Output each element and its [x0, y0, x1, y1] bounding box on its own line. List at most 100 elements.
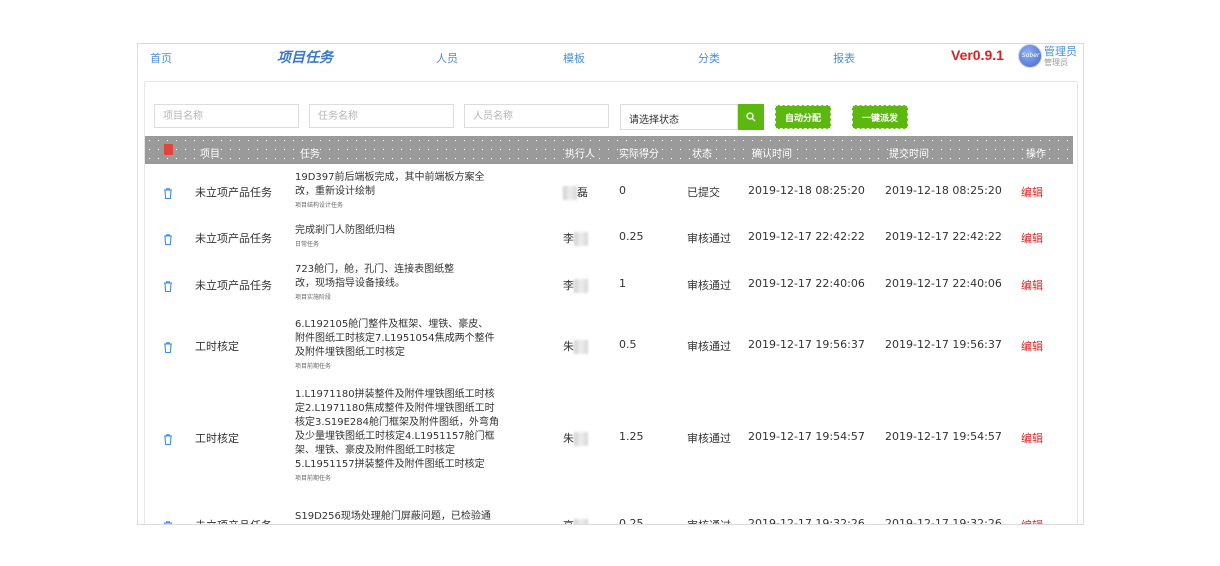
cell-task: 6.L192105舱门整件及框架、埋铁、豪皮、 附件图纸工时核定7.L195105…	[295, 318, 500, 373]
cell-status: 审核通过	[687, 278, 731, 292]
cell-confirm-time: 2019-12-17 19:56:37	[748, 338, 865, 351]
delete-icon[interactable]	[162, 185, 174, 200]
user-role: 管理员	[1044, 58, 1068, 67]
task-line: 附件图纸工时核定7.L1951054焦成两个整件	[295, 332, 495, 344]
one-click-dispatch-button[interactable]: 一键派发	[852, 105, 908, 129]
task-line: 5.L1951157拼装整件及附件图纸工时核定	[295, 459, 485, 471]
delete-icon[interactable]	[162, 231, 174, 246]
cell-executor: 磊	[563, 184, 588, 200]
edit-link[interactable]: 编辑	[1021, 230, 1043, 246]
edit-link[interactable]: 编辑	[1021, 517, 1043, 524]
cell-submit-time: 2019-12-17 19:56:37	[885, 338, 1002, 351]
executor-name: 李	[563, 232, 574, 245]
cell-submit-time: 2019-12-17 22:42:22	[885, 230, 1002, 243]
redacted-mark	[563, 186, 577, 200]
cell-submit-time: 2019-12-18 08:25:20	[885, 184, 1002, 197]
cell-task: S19D256现场处理舱门屏蔽问题，已检验通过	[295, 510, 500, 525]
nav-home[interactable]: 首页	[150, 50, 172, 66]
cell-executor: 朱	[563, 338, 588, 354]
task-name-input[interactable]	[309, 104, 454, 128]
version-label: Ver0.9.1	[951, 47, 1004, 63]
cell-task: 1.L1971180拼装整件及附件埋铁图纸工时核 定2.L1971180焦成整件及…	[295, 388, 500, 485]
task-line: 19D397前后端板完成，其中前端板方案全	[295, 171, 485, 183]
table-row: 工时核定 6.L192105舱门整件及框架、埋铁、豪皮、 附件图纸工时核定7.L19…	[145, 311, 1073, 380]
project-name-input[interactable]	[154, 104, 299, 128]
cell-confirm-time: 2019-12-18 08:25:20	[748, 184, 865, 197]
nav-people[interactable]: 人员	[436, 50, 458, 66]
table-row: 未立项产品任务 完成剎门人防图纸归档 日常任务 李 0.25 审核通过 2019-12-17…	[145, 218, 1073, 257]
cell-project: 未立项产品任务	[195, 232, 272, 245]
task-line: 架、埋铁、豪皮及附件图纸工时核定	[295, 445, 455, 457]
task-line: 及少量埋铁图纸工时核定4.L1951157舱门框	[295, 431, 495, 443]
cell-submit-time: 2019-12-17 19:32:26	[885, 517, 1002, 525]
task-line: 改，重新设计绘制	[295, 185, 375, 197]
cell-score: 0.25	[619, 517, 644, 525]
cell-task: 723舱门，舱，孔门、连接表图纸整 改，现场指导设备接线。 项目实施阶段	[295, 263, 500, 304]
redacted-mark	[574, 340, 588, 354]
redacted-mark	[574, 232, 588, 246]
delete-icon[interactable]	[162, 431, 174, 445]
cell-project: 未立项产品任务	[195, 517, 272, 524]
cell-status: 已提交	[687, 186, 720, 199]
th-actions: 操作	[1026, 149, 1046, 160]
edit-link[interactable]: 编辑	[1021, 338, 1043, 354]
status-select[interactable]: 请选择状态	[620, 104, 738, 130]
task-line: 完成剎门人防图纸归档	[295, 224, 395, 236]
auto-assign-button[interactable]: 自动分配	[775, 105, 831, 129]
export-file-icon[interactable]	[164, 144, 173, 155]
cell-score: 0	[619, 184, 626, 197]
person-name-input[interactable]	[464, 104, 609, 128]
th-project: 项目	[200, 149, 220, 160]
th-score: 实际得分	[619, 149, 659, 160]
th-task: 任务	[300, 149, 320, 160]
cell-confirm-time: 2019-12-17 19:32:26	[748, 517, 865, 525]
nav-categories[interactable]: 分类	[698, 50, 720, 66]
cell-confirm-time: 2019-12-17 19:54:57	[748, 429, 865, 443]
cell-submit-time: 2019-12-17 19:54:57	[885, 429, 1002, 443]
table-row: 工时核定 1.L1971180拼装整件及附件埋铁图纸工时核 定2.L1971180焦…	[145, 379, 1073, 495]
avatar[interactable]: Sober	[1018, 44, 1042, 68]
th-status: 状态	[692, 149, 712, 160]
table-row: 未立项产品任务 723舱门，舱，孔门、连接表图纸整 改，现场指导设备接线。 项目实施阶…	[145, 256, 1073, 312]
delete-icon[interactable]	[162, 339, 174, 354]
task-tag: 日常任务	[295, 240, 320, 248]
nav-templates[interactable]: 模板	[563, 50, 585, 66]
cell-submit-time: 2019-12-17 22:40:06	[885, 276, 1002, 290]
cell-score: 0.5	[619, 338, 637, 351]
executor-name: 朱	[563, 431, 574, 445]
th-executor: 执行人	[565, 149, 595, 160]
task-tag: 项目前期任务	[295, 362, 332, 370]
search-button[interactable]	[738, 104, 764, 130]
nav-tasks[interactable]: 项目任务	[277, 47, 333, 67]
task-line: 1.L1971180拼装整件及附件埋铁图纸工时核	[295, 389, 495, 401]
cell-executor: 高	[563, 517, 588, 524]
th-confirm-time: 确认时间	[752, 149, 792, 160]
executor-name: 高	[563, 519, 574, 524]
th-submit-time: 提交时间	[889, 149, 929, 160]
search-icon	[746, 112, 756, 122]
task-line: 及附件埋铁图纸工时核定	[295, 346, 405, 358]
cell-project: 工时核定	[195, 431, 239, 445]
executor-name: 李	[563, 278, 574, 292]
task-line: 过	[295, 524, 500, 525]
edit-link[interactable]: 编辑	[1021, 430, 1043, 446]
redacted-mark	[574, 431, 588, 446]
cell-status: 审核通过	[687, 431, 731, 445]
table-row: 未立项产品任务S19D256现场处理舱门屏蔽问题，已检验通过高0.25审核通过2…	[145, 494, 1073, 525]
executor-name: 朱	[563, 340, 574, 353]
cell-project: 工时核定	[195, 340, 239, 353]
cell-executor: 李	[563, 230, 588, 246]
delete-icon[interactable]	[162, 278, 174, 292]
edit-link[interactable]: 编辑	[1021, 184, 1043, 200]
cell-executor: 李	[563, 277, 588, 293]
task-line: 核定3.S19E284舱门框架及附件图纸，外弯角	[295, 417, 500, 429]
edit-link[interactable]: 编辑	[1021, 277, 1043, 293]
task-line: 723舱门，舱，孔门、连接表图纸整	[295, 264, 455, 276]
nav-reports[interactable]: 报表	[833, 50, 855, 66]
task-line: 改，现场指导设备接线。	[295, 278, 405, 290]
app-frame: 首页 项目任务 人员 模板 分类 报表 Ver0.9.1 Sober 管理员 管…	[137, 43, 1084, 525]
cell-project: 未立项产品任务	[195, 186, 272, 199]
cell-status: 审核通过	[687, 340, 731, 353]
cell-score: 0.25	[619, 230, 644, 243]
delete-icon[interactable]	[162, 518, 174, 524]
